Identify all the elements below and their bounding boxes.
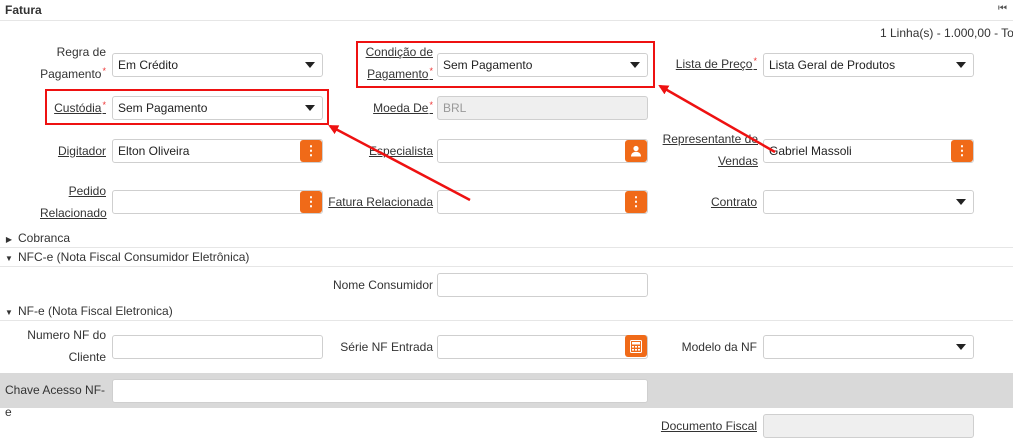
moeda-label[interactable]: Moeda De* — [350, 97, 433, 119]
pedido-relacionado-label-line2[interactable]: Relacionado — [40, 202, 107, 224]
regra-pagamento-label: Regra de Pagamento* — [40, 41, 106, 85]
serie-nf-entrada-label: Série NF Entrada — [340, 340, 433, 354]
pedido-relacionado-field[interactable] — [112, 190, 323, 214]
fatura-relacionada-field[interactable] — [437, 190, 648, 214]
section-nfe-label[interactable]: NF-e (Nota Fiscal Eletronica) — [18, 304, 173, 318]
numero-nf-cliente-label-line2: Cliente — [68, 350, 106, 364]
highlight-box-condicao — [356, 41, 655, 88]
regra-pagamento-select[interactable]: Em Crédito — [112, 53, 323, 77]
pedido-relacionado-label-line1[interactable]: Pedido — [40, 180, 106, 202]
regra-pagamento-label-line2: Pagamento — [40, 67, 102, 81]
digitador-label[interactable]: Digitador — [40, 140, 106, 162]
digitador-value: Elton Oliveira — [118, 144, 190, 158]
caret-down-icon[interactable]: ▼ — [0, 304, 18, 322]
required-marker: * — [753, 56, 757, 66]
fatura-relacionada-label[interactable]: Fatura Relacionada — [320, 191, 433, 213]
section-cobranca[interactable]: ▶ Cobranca — [0, 229, 1013, 248]
required-marker: * — [102, 66, 106, 76]
more-options-icon[interactable]: ⋮ — [951, 140, 973, 162]
user-icon[interactable] — [625, 140, 647, 162]
especialista-field[interactable] — [437, 139, 648, 163]
chevron-down-icon[interactable] — [949, 191, 973, 213]
representante-label[interactable]: Representante de Vendas — [650, 128, 758, 172]
more-options-icon[interactable]: ⋮ — [300, 140, 322, 162]
calculator-icon[interactable] — [625, 335, 647, 357]
row-count-info: 1 Linha(s) - 1.000,00 - Tot — [880, 26, 1013, 40]
nome-consumidor-field[interactable] — [437, 273, 648, 297]
modelo-nf-select[interactable] — [763, 335, 974, 359]
chevron-down-icon[interactable] — [949, 336, 973, 358]
lista-preco-label-text[interactable]: Lista de Preço — [676, 57, 753, 71]
digitador-field[interactable]: Elton Oliveira — [112, 139, 323, 163]
modelo-nf-label: Modelo da NF — [681, 340, 757, 354]
numero-nf-cliente-label: Numero NF do Cliente — [20, 324, 106, 368]
collapse-icon[interactable]: ⏮ — [998, 3, 1007, 14]
moeda-field: BRL — [437, 96, 648, 120]
chevron-down-icon[interactable] — [949, 54, 973, 76]
serie-nf-entrada-field[interactable] — [437, 335, 648, 359]
pedido-relacionado-label[interactable]: Pedido Relacionado — [40, 180, 107, 224]
highlight-box-custodia — [45, 89, 329, 125]
documento-fiscal-label[interactable]: Documento Fiscal — [640, 415, 757, 437]
contrato-select[interactable] — [763, 190, 974, 214]
chave-acesso-label: Chave Acesso NF-e — [5, 383, 106, 419]
nome-consumidor-label: Nome Consumidor — [332, 278, 433, 292]
lista-preco-label[interactable]: Lista de Preço* — [662, 53, 757, 75]
documento-fiscal-field — [763, 414, 974, 438]
moeda-label-text[interactable]: Moeda De — [373, 101, 428, 115]
arrow-to-custodia — [328, 124, 471, 202]
chevron-down-icon[interactable] — [298, 54, 322, 76]
section-nfce-label[interactable]: NFC-e (Nota Fiscal Consumidor Eletrônica… — [18, 250, 249, 264]
section-cobranca-label[interactable]: Cobranca — [18, 231, 70, 245]
lista-preco-select[interactable]: Lista Geral de Produtos — [763, 53, 974, 77]
especialista-label[interactable]: Especialista — [350, 140, 433, 162]
representante-label-line1[interactable]: Representante de — [650, 128, 758, 150]
more-options-icon[interactable]: ⋮ — [625, 191, 647, 213]
regra-pagamento-label-line1: Regra de — [56, 45, 106, 59]
moeda-value: BRL — [443, 101, 467, 115]
representante-field[interactable]: Gabriel Massoli — [763, 139, 974, 163]
numero-nf-cliente-field[interactable] — [112, 335, 323, 359]
required-marker: * — [429, 100, 433, 110]
representante-value: Gabriel Massoli — [769, 144, 852, 158]
panel-header — [0, 0, 1013, 21]
more-options-icon[interactable]: ⋮ — [300, 191, 322, 213]
contrato-label[interactable]: Contrato — [662, 191, 757, 213]
numero-nf-cliente-label-line1: Numero NF do — [27, 328, 106, 342]
chave-acesso-field[interactable] — [112, 379, 648, 403]
caret-down-icon[interactable]: ▼ — [0, 250, 18, 268]
regra-pagamento-value: Em Crédito — [118, 58, 179, 72]
caret-right-icon[interactable]: ▶ — [0, 231, 18, 249]
section-nfe[interactable]: ▼ NF-e (Nota Fiscal Eletronica) — [0, 302, 1013, 321]
lista-preco-value: Lista Geral de Produtos — [769, 58, 896, 72]
panel-title: Fatura — [5, 3, 42, 17]
representante-label-line2[interactable]: Vendas — [650, 150, 758, 172]
section-nfce[interactable]: ▼ NFC-e (Nota Fiscal Consumidor Eletrônic… — [0, 248, 1013, 267]
